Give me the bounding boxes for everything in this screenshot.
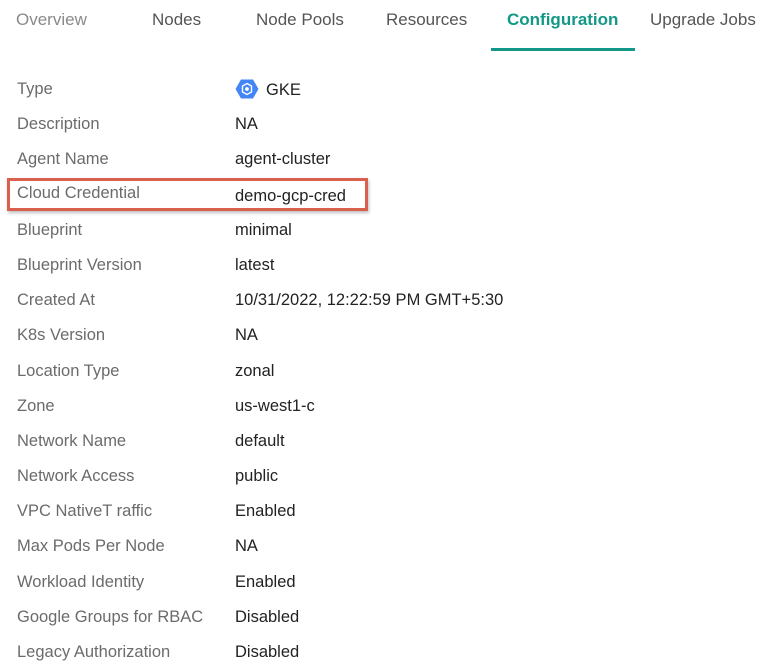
row-label: Blueprint Version [17,255,142,274]
config-row-description: Description NA [0,107,767,142]
row-value: Disabled [235,607,300,626]
row-label: K8s Version [17,326,106,345]
config-row-vpc-native-traffic: VPC NativeT raffic Enabled [0,494,767,529]
row-label: Created At [17,291,95,310]
tab-nodes[interactable]: Nodes [152,10,201,30]
type-value-text: GKE [266,81,301,99]
cluster-configuration-page: Overview Nodes Node Pools Resources Conf… [0,0,767,668]
tab-configuration[interactable]: Configuration [507,10,618,30]
row-value: NA [235,326,258,345]
config-row-created-at: Created At 10/31/2022, 12:22:59 PM GMT+5… [0,283,767,318]
active-tab-indicator [491,48,635,51]
row-value: minimal [235,220,292,239]
row-value: 10/31/2022, 12:22:59 PM GMT+5:30 [235,291,504,310]
row-value: agent-cluster [235,150,331,169]
row-value: latest [235,255,275,274]
configuration-details: Type GKE Description NA Agent Name agent… [0,72,767,668]
row-value: public [235,467,279,486]
tab-overview[interactable]: Overview [16,10,87,30]
row-label: Zone [17,396,55,415]
row-value: us-west1-c [235,396,315,415]
config-row-workload-identity: Workload Identity Enabled [0,565,767,600]
row-label: Max Pods Per Node [17,537,165,556]
row-label: Workload Identity [17,572,145,591]
gke-hexagon-icon [235,79,259,99]
row-value: NA [235,537,258,556]
config-row-google-groups-rbac: Google Groups for RBAC Disabled [0,600,767,635]
row-value: Enabled [235,572,296,591]
config-row-legacy-authorization: Legacy Authorization Disabled [0,635,767,668]
row-value: zonal [235,361,275,380]
row-value: Enabled [235,502,296,521]
row-label: Agent Name [17,150,109,169]
row-label: Type [17,80,53,98]
row-label: Network Access [17,467,135,486]
tab-resources[interactable]: Resources [386,10,467,30]
tab-bar: Overview Nodes Node Pools Resources Conf… [0,0,767,52]
row-label: Description [17,115,100,134]
config-row-zone: Zone us-west1-c [0,389,767,424]
config-row-network-name: Network Name default [0,424,767,459]
row-label: Legacy Authorization [17,643,171,661]
row-value: Disabled [235,643,300,661]
row-label: Google Groups for RBAC [17,607,204,626]
row-label: VPC NativeT raffic [17,502,153,521]
row-label: Cloud Credential [17,183,140,202]
config-row-blueprint: Blueprint minimal [0,213,767,248]
config-row-location-type: Location Type zonal [0,354,767,389]
row-value: GKE [235,79,301,101]
row-value: demo-gcp-cred [235,186,346,205]
row-value: default [235,431,285,450]
row-value: NA [235,115,258,134]
row-label: Blueprint [17,220,83,239]
tab-upgrade-jobs[interactable]: Upgrade Jobs [650,10,756,30]
config-row-k8s-version: K8s Version NA [0,318,767,353]
config-row-network-access: Network Access public [0,459,767,494]
config-row-cloud-credential: Cloud Credential demo-gcp-cred [0,178,767,213]
config-row-agent-name: Agent Name agent-cluster [0,142,767,177]
config-row-blueprint-version: Blueprint Version latest [0,248,767,283]
config-row-type: Type GKE [0,72,767,107]
config-row-max-pods-per-node: Max Pods Per Node NA [0,529,767,564]
row-label: Location Type [17,361,120,380]
row-label: Network Name [17,431,127,450]
tab-node-pools[interactable]: Node Pools [256,10,344,30]
